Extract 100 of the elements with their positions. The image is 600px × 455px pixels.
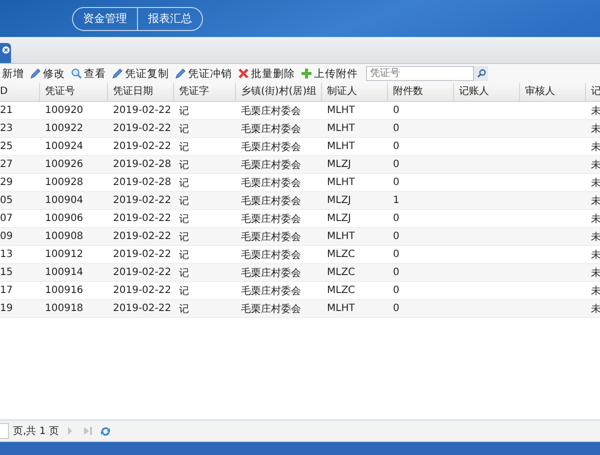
table-cell: 25 bbox=[0, 141, 13, 152]
table-cell: 2019-02-22 bbox=[113, 285, 172, 296]
table-cell-text: 记 bbox=[179, 158, 189, 172]
table-cell: MLHT bbox=[327, 105, 355, 116]
table-cell: 23 bbox=[0, 123, 13, 134]
table-cell: 0 bbox=[393, 123, 400, 134]
pencil-icon bbox=[30, 68, 41, 79]
table-cell: 09 bbox=[0, 231, 13, 242]
table-cell: 2019-02-22 bbox=[113, 303, 172, 314]
table-cell-text: 记 bbox=[179, 230, 189, 244]
table-cell: 100918 bbox=[45, 303, 84, 314]
table-cell-text: 毛栗庄村委会 bbox=[241, 230, 301, 244]
nav-tab[interactable]: 资金管理 bbox=[73, 8, 137, 30]
column-header[interactable]: 乡镇(街)村(居)组 bbox=[241, 83, 317, 101]
table-cell-text: 记 bbox=[179, 266, 189, 280]
table-cell-text: 毛栗庄村委会 bbox=[241, 194, 301, 208]
table-cell: 0 bbox=[393, 231, 400, 242]
page-field[interactable] bbox=[0, 423, 9, 439]
last-icon bbox=[84, 427, 92, 435]
tab[interactable] bbox=[0, 43, 11, 63]
column-header[interactable]: 附件数 bbox=[393, 83, 423, 101]
table-cell: 100908 bbox=[45, 231, 84, 242]
table-cell: 100904 bbox=[45, 195, 84, 206]
toolbar-button[interactable]: 修改 bbox=[30, 66, 65, 80]
table-cell: 100924 bbox=[45, 141, 84, 152]
column-header[interactable]: 凭证日期 bbox=[113, 83, 153, 101]
table-cell: MLZJ bbox=[327, 195, 351, 206]
table-cell-text: 记 bbox=[179, 104, 189, 118]
table-cell: 0 bbox=[393, 303, 400, 314]
table-cell: 21 bbox=[0, 105, 13, 116]
table-cell-text: 记 bbox=[179, 194, 189, 208]
magnifier-icon bbox=[71, 68, 82, 79]
search-button[interactable] bbox=[474, 66, 488, 81]
table-cell-text: 毛栗庄村委会 bbox=[241, 302, 301, 316]
table-cell: MLHT bbox=[327, 141, 355, 152]
table-cell-text: 毛栗庄村委会 bbox=[241, 266, 301, 280]
table-cell: 13 bbox=[0, 249, 13, 260]
table-cell: 2019-02-22 bbox=[113, 213, 172, 224]
column-header[interactable]: 记账人 bbox=[459, 83, 489, 101]
toolbar-button[interactable]: 新增 bbox=[2, 66, 24, 80]
table-cell: MLHT bbox=[327, 303, 355, 314]
toolbar-button[interactable]: 凭证冲销 bbox=[175, 66, 232, 80]
table-cell-text: 记 bbox=[179, 248, 189, 262]
table-cell: 2019-02-22 bbox=[113, 105, 172, 116]
page-count: 页,共 1 页 bbox=[13, 424, 59, 438]
table-cell: 2019-02-22 bbox=[113, 141, 172, 152]
table-cell: 05 bbox=[0, 195, 13, 206]
table-cell: 2019-02-28 bbox=[113, 159, 172, 170]
nav-tab[interactable]: 报表汇总 bbox=[137, 8, 202, 30]
table-cell: MLZJ bbox=[327, 213, 351, 224]
column-header[interactable]: 制证人 bbox=[327, 83, 357, 101]
table-cell: 17 bbox=[0, 285, 13, 296]
table-cell: 0 bbox=[393, 141, 400, 152]
table-cell-text: 毛栗庄村委会 bbox=[241, 212, 301, 226]
table-cell: 15 bbox=[0, 267, 13, 278]
table-cell: 0 bbox=[393, 105, 400, 116]
table-cell: MLHT bbox=[327, 231, 355, 242]
table-cell: 100920 bbox=[45, 105, 84, 116]
table-cell: 0 bbox=[393, 249, 400, 260]
table-cell: 100914 bbox=[45, 267, 84, 278]
table-cell: 100922 bbox=[45, 123, 84, 134]
column-header[interactable]: 凭证字 bbox=[179, 83, 209, 101]
table-cell: MLZC bbox=[327, 267, 356, 278]
toolbar-button[interactable]: 凭证复制 bbox=[112, 66, 169, 80]
search-icon bbox=[476, 69, 486, 78]
table-cell: 19 bbox=[0, 303, 13, 314]
table-cell: 100906 bbox=[45, 213, 84, 224]
table-cell: 100926 bbox=[45, 159, 84, 170]
toolbar-button[interactable]: 批量删除 bbox=[238, 66, 295, 80]
table-cell: 07 bbox=[0, 213, 13, 224]
table-cell: 0 bbox=[393, 177, 400, 188]
plus-icon bbox=[301, 68, 312, 79]
table-cell-text: 记 bbox=[179, 284, 189, 298]
table-cell-text: 毛栗庄村委会 bbox=[241, 176, 301, 190]
table-cell: 2019-02-28 bbox=[113, 177, 172, 188]
table-cell: MLHT bbox=[327, 177, 355, 188]
table-cell: 2019-02-22 bbox=[113, 195, 172, 206]
table-cell-text: 记 bbox=[179, 176, 189, 190]
table-cell: 1 bbox=[393, 195, 400, 206]
table-cell-text: 记 bbox=[179, 140, 189, 154]
table-cell: 0 bbox=[393, 159, 400, 170]
column-header[interactable]: 凭证号 bbox=[45, 83, 75, 101]
toolbar-button[interactable]: 查看 bbox=[71, 66, 106, 80]
pencil-icon bbox=[175, 68, 186, 79]
column-header[interactable]: 审核人 bbox=[525, 83, 555, 101]
pencil-icon bbox=[112, 68, 123, 79]
close-icon[interactable] bbox=[2, 46, 10, 54]
table-cell: 2019-02-22 bbox=[113, 231, 172, 242]
table-cell-text: 记 bbox=[179, 302, 189, 316]
table-cell: 2019-02-22 bbox=[113, 249, 172, 260]
table-cell: 29 bbox=[0, 177, 13, 188]
table-cell-text: 毛栗庄村委会 bbox=[241, 122, 301, 136]
table-cell: 2019-02-22 bbox=[113, 123, 172, 134]
table-cell: 100912 bbox=[45, 249, 84, 260]
search-field[interactable]: 凭证号 bbox=[366, 66, 474, 81]
toolbar-button[interactable]: 上传附件 bbox=[301, 66, 358, 80]
table-cell: 0 bbox=[393, 213, 400, 224]
column-header[interactable]: D bbox=[0, 83, 8, 101]
table-cell-text: 毛栗庄村委会 bbox=[241, 104, 301, 118]
table-cell: MLHT bbox=[327, 123, 355, 134]
